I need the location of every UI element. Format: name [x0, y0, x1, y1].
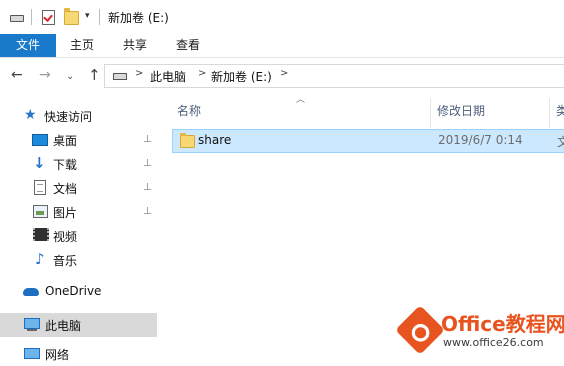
- back-button[interactable]: ←: [11, 66, 23, 84]
- office-logo-icon: [395, 305, 445, 355]
- window-title: 新加卷 (E:): [108, 11, 169, 25]
- network-icon: [24, 348, 40, 359]
- file-modified: 2019/6/7 0:14: [438, 133, 523, 147]
- file-row-share[interactable]: share 2019/6/7 0:14 文: [172, 129, 564, 153]
- ribbon-tabs: 文件 主页 共享 查看: [0, 34, 564, 58]
- breadcrumb-chevron[interactable]: >: [135, 68, 143, 79]
- nav-label: 网络: [45, 348, 70, 362]
- pin-icon[interactable]: ⊥: [143, 182, 152, 193]
- file-name: share: [198, 133, 232, 147]
- computer-icon: [24, 318, 40, 331]
- drive-icon: [113, 73, 127, 80]
- office-logo-ring: [408, 320, 434, 346]
- pin-icon[interactable]: ⊥: [143, 206, 152, 217]
- nav-label: OneDrive: [45, 284, 102, 298]
- up-button[interactable]: ↑: [88, 66, 101, 84]
- nav-desktop[interactable]: 桌面 ⊥: [0, 128, 157, 152]
- tab-view[interactable]: 查看: [162, 34, 214, 57]
- column-header-name[interactable]: 名称: [177, 102, 201, 119]
- pin-icon[interactable]: ⊥: [143, 158, 152, 169]
- column-header-type[interactable]: 类: [556, 102, 564, 119]
- tab-file[interactable]: 文件: [0, 34, 56, 57]
- navigation-bar: ← → ⌄ ↑ > 此电脑 > 新加卷 (E:) >: [0, 58, 564, 92]
- nav-label: 此电脑: [45, 319, 82, 333]
- download-icon: ↓: [33, 154, 46, 172]
- nav-downloads[interactable]: ↓ 下载 ⊥: [0, 152, 157, 176]
- nav-label: 下载: [53, 158, 78, 172]
- pin-icon[interactable]: ⊥: [143, 134, 152, 145]
- nav-documents[interactable]: 文档 ⊥: [0, 176, 157, 200]
- column-divider[interactable]: [430, 98, 431, 128]
- breadcrumb-chevron[interactable]: >: [280, 68, 288, 79]
- star-icon: ★: [24, 107, 37, 123]
- navigation-pane: ★ 快速访问 桌面 ⊥ ↓ 下载 ⊥ 文档 ⊥ 图片 ⊥ 视频 ♪ 音乐 One…: [0, 92, 160, 362]
- document-icon: [34, 180, 46, 195]
- nav-label: 音乐: [53, 254, 78, 268]
- column-divider[interactable]: [549, 98, 550, 128]
- nav-label: 快速访问: [44, 110, 93, 124]
- watermark-url: www.office26.com: [443, 336, 544, 349]
- breadcrumb-drive-e[interactable]: 新加卷 (E:): [211, 68, 272, 85]
- qat-divider: [31, 9, 32, 25]
- sort-ascending-icon: ︿: [296, 95, 306, 105]
- tab-share[interactable]: 共享: [108, 34, 162, 57]
- forward-button[interactable]: →: [39, 66, 51, 84]
- folder-icon: [180, 133, 195, 148]
- properties-icon[interactable]: [42, 10, 55, 25]
- onedrive-icon: [23, 288, 39, 296]
- nav-videos[interactable]: 视频: [0, 224, 157, 248]
- picture-icon: [33, 205, 48, 218]
- nav-onedrive[interactable]: OneDrive: [0, 280, 157, 304]
- title-divider: [99, 9, 100, 25]
- video-icon: [33, 228, 49, 241]
- watermark-title: Office教程网: [441, 312, 564, 336]
- recent-locations-button[interactable]: ⌄: [66, 68, 74, 86]
- address-bar[interactable]: > 此电脑 > 新加卷 (E:) >: [104, 64, 564, 88]
- nav-network[interactable]: 网络: [0, 342, 157, 366]
- new-folder-icon[interactable]: [64, 8, 79, 25]
- nav-label: 图片: [53, 206, 78, 220]
- watermark-logo: Office教程网 www.office26.com: [395, 305, 564, 357]
- nav-this-pc[interactable]: 此电脑: [0, 313, 157, 337]
- music-icon: ♪: [35, 250, 45, 268]
- drive-icon: [10, 15, 24, 22]
- tab-home[interactable]: 主页: [56, 34, 108, 57]
- desktop-icon: [32, 134, 48, 146]
- nav-label: 视频: [53, 230, 78, 244]
- file-type: 文: [557, 135, 564, 149]
- nav-music[interactable]: ♪ 音乐: [0, 248, 157, 272]
- breadcrumb-chevron[interactable]: >: [198, 68, 206, 79]
- nav-label: 桌面: [53, 134, 78, 148]
- qat-dropdown-button[interactable]: ▾: [85, 11, 90, 21]
- nav-quick-access[interactable]: ★ 快速访问: [0, 104, 157, 128]
- title-bar: ▾ 新加卷 (E:): [0, 0, 564, 34]
- nav-pictures[interactable]: 图片 ⊥: [0, 200, 157, 224]
- column-header-modified[interactable]: 修改日期: [437, 102, 485, 119]
- breadcrumb-this-pc[interactable]: 此电脑: [150, 68, 186, 85]
- nav-label: 文档: [53, 182, 78, 196]
